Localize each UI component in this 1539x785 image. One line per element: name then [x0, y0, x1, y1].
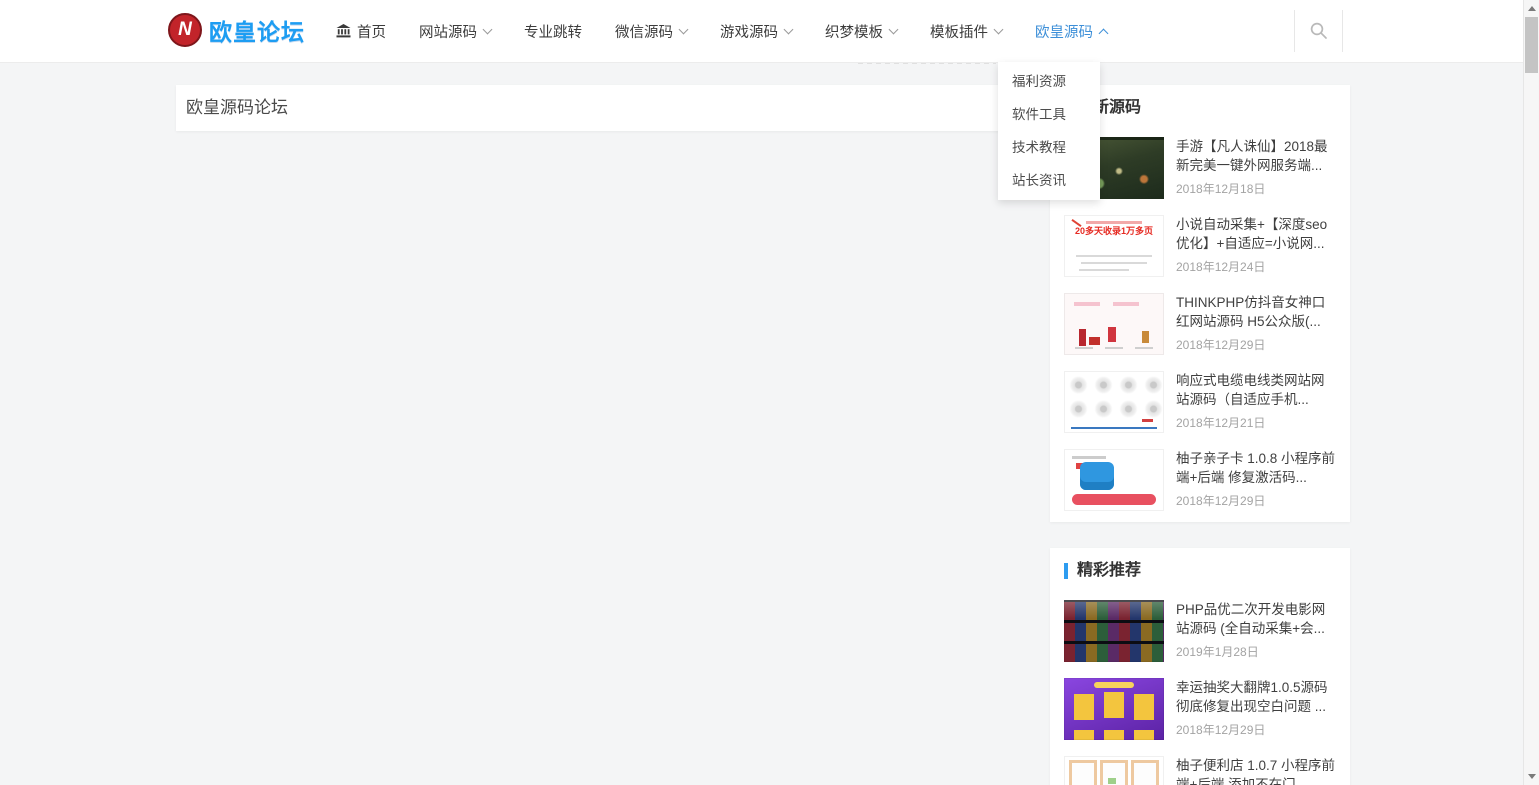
nav-item-label: 模板插件 — [930, 21, 988, 42]
article-date: 2019年1月28日 — [1176, 643, 1336, 660]
article-title: 小说自动采集+【深度seo优化】+自适应=小说网... — [1176, 215, 1336, 253]
article-item[interactable]: 柚子便利店 1.0.7 小程序前端+后端 添加不在门... — [1064, 756, 1336, 785]
page: N 欧皇论坛 首页 — [0, 0, 1539, 785]
article-item[interactable]: 手游【凡人诛仙】2018最新完美一键外网服务端... 2018年12月18日 — [1064, 137, 1336, 199]
nav-item[interactable]: 模板插件 — [930, 21, 1002, 42]
article-meta: 柚子便利店 1.0.7 小程序前端+后端 添加不在门... — [1176, 756, 1336, 785]
nav-item[interactable]: 首页 — [336, 21, 386, 42]
article-title: 手游【凡人诛仙】2018最新完美一键外网服务端... — [1176, 137, 1336, 175]
article-title: 幸运抽奖大翻牌1.0.5源码彻底修复出现空白问题 ... — [1176, 678, 1336, 716]
scrollbar-thumb[interactable] — [1525, 17, 1538, 73]
nav-item[interactable]: 微信源码 — [615, 21, 687, 42]
main-content-card: 欧皇源码论坛 — [176, 85, 1032, 131]
article-meta: THINKPHP仿抖音女神口红网站源码 H5公众版(... 2018年12月29… — [1176, 293, 1336, 355]
nav-item[interactable]: 网站源码 — [419, 21, 491, 42]
nav-item[interactable]: 专业跳转 — [524, 21, 582, 42]
scrollbar-up-arrow[interactable] — [1528, 6, 1536, 11]
browser-scrollbar[interactable] — [1523, 0, 1539, 785]
search-button[interactable] — [1294, 10, 1343, 52]
article-item[interactable]: 幸运抽奖大翻牌1.0.5源码彻底修复出现空白问题 ... 2018年12月29日 — [1064, 678, 1336, 740]
nav-item-label: 首页 — [357, 21, 386, 42]
article-date: 2018年12月21日 — [1176, 414, 1336, 431]
article-item[interactable]: 柚子亲子卡 1.0.8 小程序前端+后端 修复激活码... 2018年12月29… — [1064, 449, 1336, 511]
article-title: 柚子便利店 1.0.7 小程序前端+后端 添加不在门... — [1176, 756, 1336, 785]
dropdown-menu-item[interactable]: 站长资讯 — [998, 164, 1100, 197]
article-meta: 柚子亲子卡 1.0.8 小程序前端+后端 修复激活码... 2018年12月29… — [1176, 449, 1336, 511]
nav-item-label: 专业跳转 — [524, 21, 582, 42]
sidebar-section-featured: 精彩推荐 PHP品优二次开发电影网站源码 (全自动采集+会... 2019年1月… — [1050, 548, 1350, 785]
dropdown-menu-item[interactable]: 福利资源 — [998, 65, 1100, 98]
nav-item-label: 微信源码 — [615, 21, 673, 42]
article-item[interactable]: 响应式电缆电线类网站网站源码（自适应手机... 2018年12月21日 — [1064, 371, 1336, 433]
article-item[interactable]: 20多天收录1万多页 小说自动采集+【深度seo优化】+自适应=小说网... 2… — [1064, 215, 1336, 277]
article-date: 2018年12月24日 — [1176, 258, 1336, 275]
section-heading-latest: 最新源码 — [1064, 97, 1336, 119]
nav-item-label: 网站源码 — [419, 21, 477, 42]
section-heading-text: 精彩推荐 — [1077, 560, 1141, 582]
nav-item-label: 游戏源码 — [720, 21, 778, 42]
article-thumbnail: 20多天收录1万多页 — [1064, 215, 1164, 277]
article-thumbnail — [1064, 449, 1164, 511]
dropdown-menu-item[interactable]: 软件工具 — [998, 98, 1100, 131]
article-title: 响应式电缆电线类网站网站源码（自适应手机... — [1176, 371, 1336, 409]
featured-article-list: PHP品优二次开发电影网站源码 (全自动采集+会... 2019年1月28日 幸… — [1064, 600, 1336, 785]
home-bank-icon — [336, 24, 351, 38]
article-meta: 手游【凡人诛仙】2018最新完美一键外网服务端... 2018年12月18日 — [1176, 137, 1336, 199]
chevron-down-icon — [483, 25, 493, 35]
chevron-down-icon — [679, 25, 689, 35]
thumbnail-text: 20多天收录1万多页 — [1064, 224, 1164, 237]
article-title: 柚子亲子卡 1.0.8 小程序前端+后端 修复激活码... — [1176, 449, 1336, 487]
article-meta: 响应式电缆电线类网站网站源码（自适应手机... 2018年12月21日 — [1176, 371, 1336, 433]
site-logo[interactable]: N 欧皇论坛 — [168, 13, 305, 47]
logo-icon: N — [168, 13, 202, 47]
article-thumbnail — [1064, 600, 1164, 662]
logo-text: 欧皇论坛 — [209, 13, 305, 47]
chevron-down-icon — [889, 25, 899, 35]
article-thumbnail — [1064, 293, 1164, 355]
section-heading-featured: 精彩推荐 — [1064, 560, 1336, 582]
article-meta: PHP品优二次开发电影网站源码 (全自动采集+会... 2019年1月28日 — [1176, 600, 1336, 662]
article-date: 2018年12月29日 — [1176, 336, 1336, 353]
nav-item-label: 织梦模板 — [825, 21, 883, 42]
article-item[interactable]: THINKPHP仿抖音女神口红网站源码 H5公众版(... 2018年12月29… — [1064, 293, 1336, 355]
site-header: N 欧皇论坛 首页 — [0, 0, 1539, 63]
scrollbar-down-arrow[interactable] — [1528, 774, 1536, 779]
dropdown-menu-item[interactable]: 技术教程 — [998, 131, 1100, 164]
nav-item[interactable]: 欧皇源码 — [1035, 21, 1107, 42]
chevron-down-icon — [1099, 28, 1109, 38]
article-date: 2018年12月29日 — [1176, 492, 1336, 509]
article-date: 2018年12月18日 — [1176, 180, 1336, 197]
chevron-down-icon — [784, 25, 794, 35]
search-icon — [1309, 21, 1329, 41]
article-meta: 小说自动采集+【深度seo优化】+自适应=小说网... 2018年12月24日 — [1176, 215, 1336, 277]
heading-accent-bar — [1064, 563, 1068, 579]
page-title: 欧皇源码论坛 — [176, 85, 1032, 131]
article-title: PHP品优二次开发电影网站源码 (全自动采集+会... — [1176, 600, 1336, 638]
nav-item[interactable]: 游戏源码 — [720, 21, 792, 42]
chevron-down-icon — [994, 25, 1004, 35]
latest-article-list: 手游【凡人诛仙】2018最新完美一键外网服务端... 2018年12月18日 2… — [1064, 137, 1336, 511]
article-thumbnail — [1064, 371, 1164, 433]
article-thumbnail — [1064, 756, 1164, 785]
article-thumbnail — [1064, 678, 1164, 740]
nav-dropdown-menu: 福利资源 软件工具 技术教程 站长资讯 — [998, 62, 1100, 200]
article-title: THINKPHP仿抖音女神口红网站源码 H5公众版(... — [1176, 293, 1336, 331]
main-nav: 首页 网站源码 — [336, 0, 1107, 62]
nav-item-label: 欧皇源码 — [1035, 21, 1093, 42]
article-item[interactable]: PHP品优二次开发电影网站源码 (全自动采集+会... 2019年1月28日 — [1064, 600, 1336, 662]
article-date: 2018年12月29日 — [1176, 721, 1336, 738]
article-meta: 幸运抽奖大翻牌1.0.5源码彻底修复出现空白问题 ... 2018年12月29日 — [1176, 678, 1336, 740]
nav-item[interactable]: 织梦模板 — [825, 21, 897, 42]
